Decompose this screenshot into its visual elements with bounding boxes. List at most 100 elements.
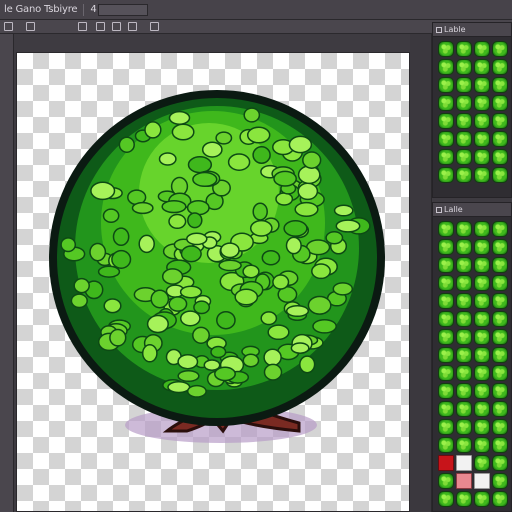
tile-swatch[interactable] (438, 383, 454, 399)
tile-swatch[interactable] (474, 239, 490, 255)
tile-swatch[interactable] (492, 113, 508, 129)
fill-icon[interactable] (112, 22, 121, 31)
tile-swatch[interactable] (474, 95, 490, 111)
tile-swatch[interactable] (474, 365, 490, 381)
tile-swatch[interactable] (438, 257, 454, 273)
tile-swatch[interactable] (492, 149, 508, 165)
select-icon[interactable] (128, 22, 137, 31)
tile-swatch[interactable] (438, 149, 454, 165)
tile-swatch[interactable] (456, 347, 472, 363)
tile-swatch[interactable] (492, 41, 508, 57)
tile-swatch[interactable] (492, 257, 508, 273)
tile-swatch[interactable] (474, 41, 490, 57)
tile-swatch[interactable] (492, 239, 508, 255)
tile-swatch[interactable] (438, 293, 454, 309)
pencil-icon[interactable] (78, 22, 87, 31)
tile-swatch[interactable] (492, 167, 508, 183)
tile-swatch[interactable] (438, 239, 454, 255)
tile-swatch[interactable] (456, 293, 472, 309)
tile-swatch[interactable] (474, 329, 490, 345)
tile-swatch[interactable] (438, 275, 454, 291)
layers-icon[interactable] (26, 22, 35, 31)
tile-swatch[interactable] (492, 455, 508, 471)
tile-swatch[interactable] (456, 113, 472, 129)
tile-swatch[interactable] (492, 365, 508, 381)
tile-swatch[interactable] (492, 275, 508, 291)
tile-swatch[interactable] (456, 455, 472, 471)
tile-swatch[interactable] (456, 239, 472, 255)
tile-swatch[interactable] (438, 419, 454, 435)
tile-swatch[interactable] (456, 257, 472, 273)
tile-swatch[interactable] (438, 311, 454, 327)
tile-swatch[interactable] (456, 41, 472, 57)
tile-swatch[interactable] (492, 419, 508, 435)
tile-swatch[interactable] (492, 293, 508, 309)
tile-swatch[interactable] (492, 131, 508, 147)
tile-swatch[interactable] (456, 77, 472, 93)
tile-swatch[interactable] (438, 455, 454, 471)
tile-swatch[interactable] (492, 95, 508, 111)
tile-swatch[interactable] (456, 95, 472, 111)
tile-swatch[interactable] (438, 77, 454, 93)
tile-swatch[interactable] (456, 329, 472, 345)
tile-swatch[interactable] (492, 473, 508, 489)
tile-swatch[interactable] (474, 437, 490, 453)
tile-swatch[interactable] (474, 131, 490, 147)
tile-swatch[interactable] (438, 365, 454, 381)
tile-swatch[interactable] (474, 113, 490, 129)
tile-swatch[interactable] (438, 41, 454, 57)
tile-swatch[interactable] (474, 257, 490, 273)
tile-swatch[interactable] (456, 167, 472, 183)
tile-swatch[interactable] (492, 221, 508, 237)
tile-swatch[interactable] (438, 113, 454, 129)
tile-swatch[interactable] (456, 311, 472, 327)
tile-swatch[interactable] (474, 401, 490, 417)
tile-swatch[interactable] (438, 401, 454, 417)
title-input-field[interactable] (98, 4, 148, 16)
tile-swatch[interactable] (492, 59, 508, 75)
tile-swatch[interactable] (492, 347, 508, 363)
tile-swatch[interactable] (456, 275, 472, 291)
tile-swatch[interactable] (474, 455, 490, 471)
tile-swatch[interactable] (492, 77, 508, 93)
tile-swatch[interactable] (474, 491, 490, 507)
tile-swatch[interactable] (474, 149, 490, 165)
tile-swatch[interactable] (474, 293, 490, 309)
tile-swatch[interactable] (456, 473, 472, 489)
tile-swatch[interactable] (456, 131, 472, 147)
grid-icon[interactable] (150, 22, 159, 31)
tile-swatch[interactable] (474, 311, 490, 327)
tile-swatch[interactable] (474, 473, 490, 489)
tile-swatch[interactable] (438, 167, 454, 183)
tile-swatch[interactable] (474, 221, 490, 237)
tile-swatch[interactable] (438, 131, 454, 147)
tile-swatch[interactable] (492, 401, 508, 417)
tile-swatch[interactable] (438, 329, 454, 345)
tile-swatch[interactable] (456, 491, 472, 507)
tile-swatch[interactable] (474, 275, 490, 291)
tile-swatch[interactable] (456, 149, 472, 165)
tile-swatch[interactable] (438, 491, 454, 507)
tile-swatch[interactable] (474, 347, 490, 363)
tile-swatch[interactable] (492, 383, 508, 399)
window-icon[interactable] (4, 22, 13, 31)
tile-swatch[interactable] (474, 59, 490, 75)
tile-swatch[interactable] (456, 365, 472, 381)
tile-swatch[interactable] (474, 383, 490, 399)
eraser-icon[interactable] (96, 22, 105, 31)
tile-swatch[interactable] (438, 437, 454, 453)
tile-swatch[interactable] (474, 167, 490, 183)
tile-swatch[interactable] (438, 59, 454, 75)
tile-swatch[interactable] (492, 437, 508, 453)
tile-swatch[interactable] (438, 95, 454, 111)
sprite-canvas[interactable] (16, 52, 410, 512)
tile-swatch[interactable] (456, 221, 472, 237)
tile-swatch[interactable] (456, 59, 472, 75)
tile-swatch[interactable] (474, 77, 490, 93)
tile-swatch[interactable] (438, 473, 454, 489)
tile-swatch[interactable] (492, 329, 508, 345)
tile-swatch[interactable] (474, 419, 490, 435)
tile-swatch[interactable] (456, 419, 472, 435)
tile-swatch[interactable] (456, 401, 472, 417)
tile-swatch[interactable] (492, 491, 508, 507)
